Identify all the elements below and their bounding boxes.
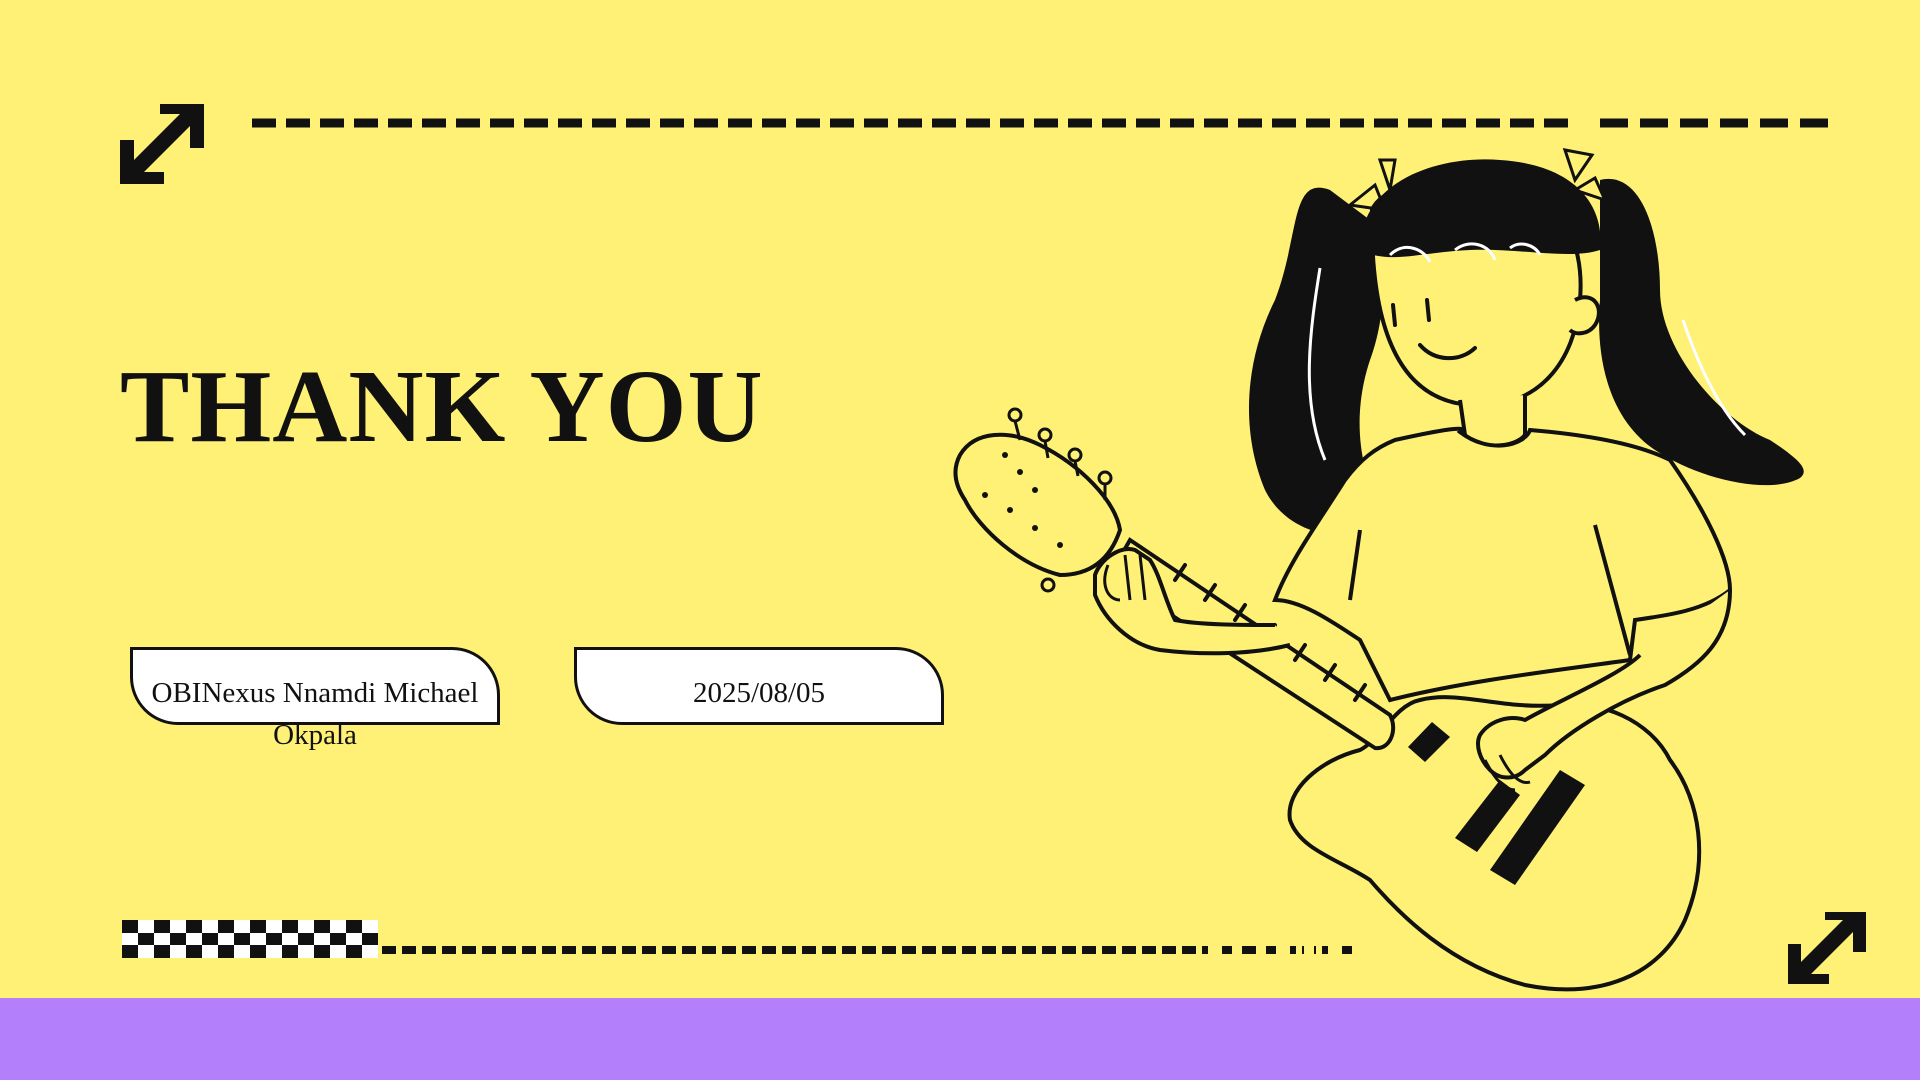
girl-playing-guitar-illustration (953, 148, 1804, 992)
author-label: OBINexus Nnamdi Michael Okpala (151, 677, 479, 751)
diagonal-arrow-icon (120, 104, 204, 184)
bottom-accent-bar (0, 998, 1920, 1080)
slide: THANK YOU OBINexus Nnamdi Michael Okpala… (0, 0, 1920, 998)
date-label: 2025/08/05 (692, 677, 826, 709)
author-label-box: OBINexus Nnamdi Michael Okpala (130, 647, 500, 751)
date-label-box: 2025/08/05 (574, 647, 944, 725)
checkered-strip (122, 920, 378, 958)
page-title: THANK YOU (120, 349, 764, 464)
top-dashed-line (252, 118, 1836, 128)
